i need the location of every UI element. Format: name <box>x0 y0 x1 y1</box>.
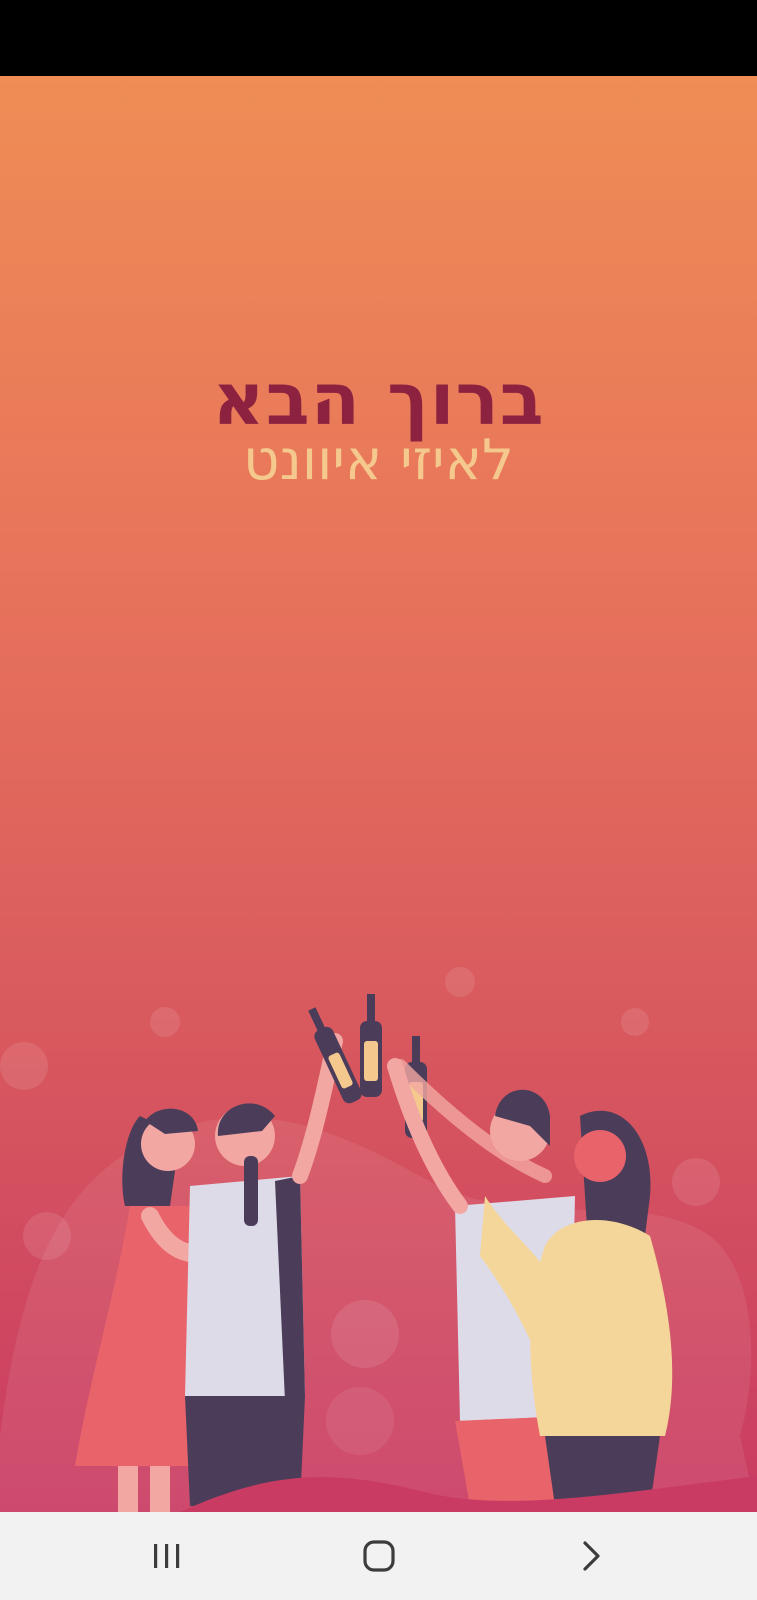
welcome-title: ברוך הבא <box>212 357 545 441</box>
recents-icon <box>154 1544 180 1568</box>
back-icon <box>583 1541 600 1571</box>
bubble <box>672 1158 720 1206</box>
bubble <box>326 1387 394 1455</box>
bubble <box>150 1007 180 1037</box>
back-button[interactable] <box>551 1526 631 1586</box>
app-screen: ברוך הבא לאיזי איוונט <box>0 0 757 1600</box>
bubble <box>621 1008 649 1036</box>
bubble <box>23 1212 71 1260</box>
status-bar <box>0 0 757 76</box>
recents-button[interactable] <box>127 1526 207 1586</box>
home-icon <box>363 1540 395 1572</box>
welcome-block: ברוך הבא לאיזי איוונט <box>0 359 757 491</box>
home-button[interactable] <box>339 1526 419 1586</box>
bubble <box>0 1042 48 1090</box>
party-illustration <box>0 967 757 1512</box>
bubble <box>445 967 475 997</box>
splash-screen: ברוך הבא לאיזי איוונט <box>0 76 757 1512</box>
app-name-subtitle: לאיזי איוונט <box>243 428 514 493</box>
system-navigation-bar <box>0 1512 757 1600</box>
bubble <box>331 1300 399 1368</box>
